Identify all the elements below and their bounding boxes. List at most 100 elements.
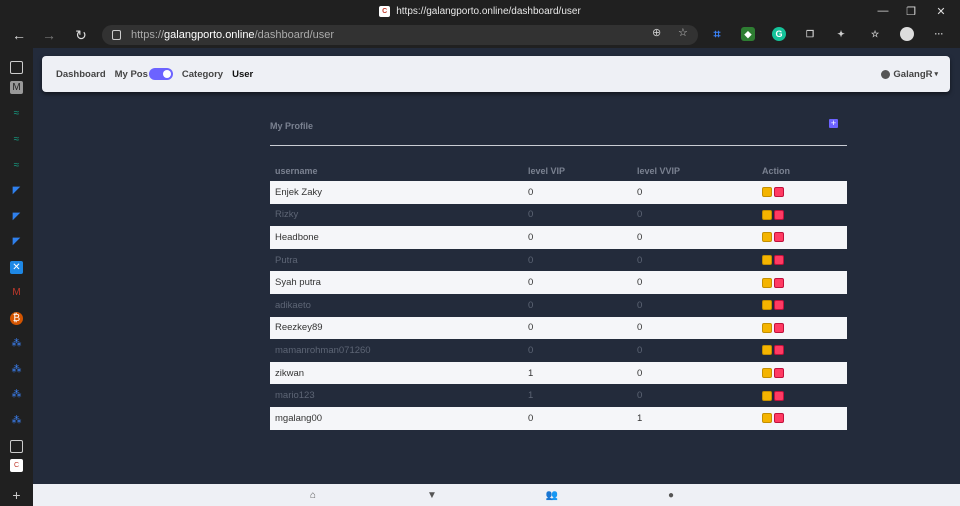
table-row: Headbone 0 0 [270, 226, 847, 249]
cell-vip: 0 [523, 406, 632, 430]
cell-vvip: 0 [632, 203, 757, 227]
delete-icon[interactable] [774, 322, 784, 333]
edit-icon[interactable] [762, 322, 772, 333]
delete-icon[interactable] [774, 209, 784, 220]
my-pos-toggle[interactable] [148, 68, 173, 80]
tab-gmail-icon[interactable]: M [10, 81, 23, 94]
table-row: mario123 1 0 [270, 384, 847, 407]
refresh-icon[interactable]: ↻ [70, 25, 92, 45]
favorite-add-icon[interactable]: ☆ [678, 26, 688, 39]
table-row: adikaeto 0 0 [270, 293, 847, 317]
tab-icon-1[interactable]: ≈ [10, 107, 23, 120]
tab-icon-5[interactable]: ◤ [10, 210, 23, 223]
tab-icon-13[interactable] [10, 440, 23, 453]
grammarly-icon[interactable]: G [772, 27, 786, 41]
close-icon[interactable]: ✕ [926, 0, 956, 22]
maximize-icon[interactable]: ❐ [896, 0, 926, 22]
tab-icon-11[interactable]: ⁂ [10, 388, 23, 401]
cell-vip: 0 [523, 181, 632, 204]
delete-icon[interactable] [774, 300, 784, 311]
tab-icon-8[interactable]: ₿ [10, 312, 23, 325]
tab-gmail-icon-2[interactable]: M [10, 286, 23, 299]
tab-icon-7[interactable]: ✕ [10, 261, 23, 274]
table-row: Syah putra 0 0 [270, 271, 847, 294]
cell-action [757, 384, 847, 407]
cell-vvip: 0 [632, 248, 757, 272]
filter-icon[interactable]: ▼ [426, 489, 438, 501]
more-icon[interactable]: ··· [932, 27, 946, 41]
forward-icon[interactable]: → [38, 25, 60, 45]
account-name: GalangR [893, 68, 933, 80]
cell-vvip: 0 [632, 361, 757, 385]
tab-icon-3[interactable]: ≈ [10, 159, 23, 172]
edit-icon[interactable] [762, 209, 772, 220]
table-row: Putra 0 0 [270, 248, 847, 272]
table-row: zikwan 1 0 [270, 361, 847, 385]
crop-extension-icon[interactable]: ⌗ [710, 27, 724, 41]
nav-category[interactable]: Category [182, 69, 223, 80]
tab-icon-2[interactable]: ≈ [10, 133, 23, 146]
add-user-button[interactable]: + [829, 119, 838, 128]
delete-icon[interactable] [774, 187, 784, 198]
top-navbar: Dashboard My Pos Category User GalangR ▾ [42, 56, 950, 92]
col-level-vvip: level VVIP [637, 165, 681, 176]
extensions-icon[interactable]: ✦ [834, 27, 848, 41]
cell-action [757, 293, 847, 317]
edit-icon[interactable] [762, 345, 772, 356]
delete-icon[interactable] [774, 345, 784, 356]
delete-icon[interactable] [774, 390, 784, 401]
cell-action [757, 339, 847, 362]
minimize-icon[interactable]: — [868, 0, 898, 22]
table-row: mamanrohman071260 0 0 [270, 339, 847, 362]
tab-icon-9[interactable]: ⁂ [10, 337, 23, 350]
delete-icon[interactable] [774, 413, 784, 424]
edit-icon[interactable] [762, 277, 772, 288]
profile-avatar[interactable] [900, 27, 914, 41]
nav-dashboard[interactable]: Dashboard [56, 69, 106, 80]
tab-icon-4[interactable]: ◤ [10, 184, 23, 197]
edit-icon[interactable] [762, 413, 772, 424]
edit-icon[interactable] [762, 368, 772, 379]
cell-vip: 0 [523, 271, 632, 294]
tab-icon-12[interactable]: ⁂ [10, 414, 23, 427]
extension-icon[interactable]: ◆ [741, 27, 755, 41]
cell-vvip: 0 [632, 226, 757, 249]
tab-actions-icon[interactable] [10, 61, 23, 74]
home-icon[interactable]: ⌂ [307, 489, 319, 501]
delete-icon[interactable] [774, 277, 784, 288]
cell-action [757, 316, 847, 340]
profile-title: My Profile [270, 121, 314, 131]
user-icon[interactable]: ● [665, 489, 677, 501]
col-level-vip: level VIP [528, 165, 566, 176]
cell-vvip: 0 [632, 181, 757, 204]
active-tab-favicon[interactable]: C [10, 459, 23, 472]
table-row: Rizky 0 0 [270, 203, 847, 227]
cell-action [757, 361, 847, 385]
cell-action [757, 226, 847, 249]
table-body: Enjek Zaky 0 0 Rizky 0 0 Headbone 0 0 Putra 0 0 Syah… [270, 181, 847, 430]
users-icon[interactable]: 👥 [546, 489, 558, 501]
new-tab-icon[interactable]: + [10, 487, 23, 503]
edit-icon[interactable] [762, 187, 772, 198]
delete-icon[interactable] [774, 368, 784, 379]
edit-icon[interactable] [762, 390, 772, 401]
nav-user[interactable]: User [232, 69, 253, 80]
address-bar[interactable]: https://galangporto.online/dashboard/use… [102, 25, 698, 45]
delete-icon[interactable] [774, 232, 784, 243]
back-icon[interactable]: ← [8, 25, 30, 45]
delete-icon[interactable] [774, 255, 784, 266]
favorites-icon[interactable]: ☆ [868, 27, 882, 41]
account-menu[interactable]: GalangR ▾ [881, 69, 938, 80]
cell-vip: 0 [523, 226, 632, 249]
zoom-icon[interactable]: ⊕ [652, 26, 661, 39]
edit-icon[interactable] [762, 232, 772, 243]
tab-icon-6[interactable]: ◤ [10, 235, 23, 248]
collections-icon[interactable]: ❐ [803, 27, 817, 41]
edit-icon[interactable] [762, 300, 772, 311]
user-table: username level VIP level VVIP Action Enj… [270, 160, 847, 430]
nav-my-pos[interactable]: My Pos [115, 69, 148, 80]
edit-icon[interactable] [762, 255, 772, 266]
tab-icon-10[interactable]: ⁂ [10, 363, 23, 376]
cell-vvip: 0 [632, 339, 757, 362]
cell-vip: 0 [523, 339, 632, 362]
